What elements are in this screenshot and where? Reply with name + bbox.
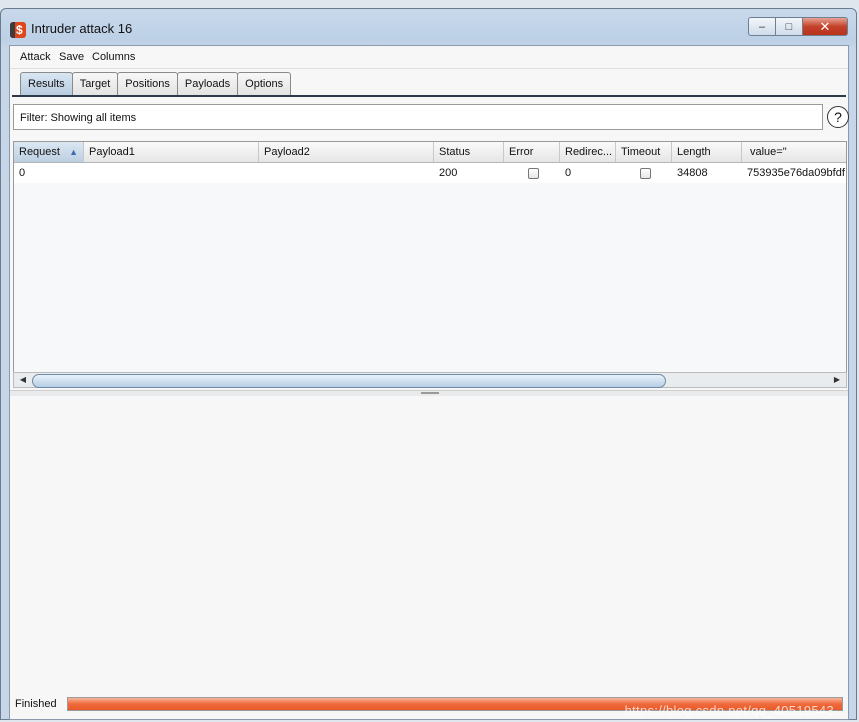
tab-options[interactable]: Options [237, 72, 292, 95]
minimize-button[interactable]: – [748, 17, 775, 36]
column-header-length[interactable]: Length [672, 142, 742, 162]
close-button[interactable]: ✕ [802, 17, 848, 36]
horizontal-scrollbar[interactable]: ◀ ▶ [13, 372, 847, 388]
cell-length: 34808 [677, 167, 708, 179]
column-header-error[interactable]: Error [504, 142, 560, 162]
table-header: Request ▲ Payload1 Payload2 Status Error… [14, 142, 846, 163]
menu-bar: Attack Save Columns [10, 46, 848, 69]
maximize-button[interactable]: □ [775, 17, 802, 36]
title-bar[interactable]: $ Intruder attack 16 – □ ✕ [1, 9, 856, 45]
scroll-left-icon[interactable]: ◀ [16, 374, 30, 386]
intruder-window: $ Intruder attack 16 – □ ✕ Attack Save C… [0, 8, 857, 720]
tab-target[interactable]: Target [71, 72, 119, 95]
tab-divider [12, 95, 846, 97]
column-header-value[interactable]: value=" [742, 142, 846, 162]
column-header-redirects[interactable]: Redirec... [560, 142, 616, 162]
column-header-status[interactable]: Status [434, 142, 504, 162]
tab-positions[interactable]: Positions [117, 72, 178, 95]
sort-ascending-icon: ▲ [69, 147, 78, 157]
help-icon[interactable]: ? [827, 106, 849, 128]
menu-save[interactable]: Save [59, 51, 84, 63]
status-bar: Finished https://blog.csdn.net/qq_405195… [10, 694, 848, 718]
filter-bar[interactable]: Filter: Showing all items [13, 104, 823, 130]
cell-redirects: 0 [565, 167, 572, 179]
scroll-right-icon[interactable]: ▶ [830, 374, 844, 386]
results-table: Request ▲ Payload1 Payload2 Status Error… [13, 141, 847, 388]
status-text: Finished [15, 698, 57, 710]
cell-status: 200 [439, 167, 458, 179]
table-row[interactable]: 0 200 0 34808 753935e76da09bfdf [14, 163, 846, 183]
column-header-request[interactable]: Request ▲ [14, 142, 84, 162]
tab-results[interactable]: Results [20, 72, 73, 95]
column-header-payload1[interactable]: Payload1 [84, 142, 259, 162]
window-client-area: Attack Save Columns Results Target Posit… [9, 45, 849, 720]
timeout-checkbox [640, 168, 651, 179]
cell-request: 0 [19, 167, 26, 179]
splitter-grip-icon[interactable] [421, 392, 439, 394]
watermark-text: https://blog.csdn.net/qq_40519543 [624, 703, 834, 718]
tab-payloads[interactable]: Payloads [176, 72, 239, 95]
error-checkbox [528, 168, 539, 179]
window-controls: – □ ✕ [748, 17, 848, 36]
burp-suite-icon: $ [10, 22, 26, 38]
window-title: Intruder attack 16 [31, 21, 133, 36]
cell-payload2 [259, 163, 434, 183]
filter-label: Filter: Showing all items [20, 112, 137, 124]
column-header-timeout[interactable]: Timeout [616, 142, 672, 162]
menu-attack[interactable]: Attack [20, 51, 51, 63]
scrollbar-thumb[interactable] [32, 374, 666, 388]
cell-payload1 [84, 163, 259, 183]
tab-strip: Results Target Positions Payloads Option… [20, 72, 292, 96]
menu-columns[interactable]: Columns [92, 51, 135, 63]
request-response-pane [10, 396, 848, 692]
column-header-payload2[interactable]: Payload2 [259, 142, 434, 162]
progress-bar: https://blog.csdn.net/qq_40519543 [67, 697, 843, 718]
cell-value: 753935e76da09bfdf [747, 167, 845, 179]
